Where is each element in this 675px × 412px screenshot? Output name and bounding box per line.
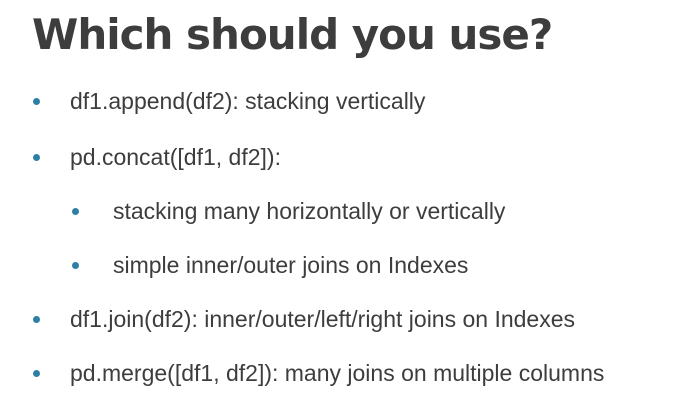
bullet-dot-icon [72,207,79,215]
bullet-item: pd.merge([df1, df2]): many joins on mult… [33,358,604,388]
bullet-text: df1.append(df2): stacking vertically [70,87,426,114]
sub-bullet-item: simple inner/outer joins on Indexes [72,250,468,280]
bullet-dot-icon [33,369,40,377]
bullet-dot-icon [33,315,40,323]
bullet-text: pd.merge([df1, df2]): many joins on mult… [70,359,605,386]
sub-bullet-item: stacking many horizontally or vertically [72,196,505,226]
bullet-dot-icon [33,97,40,105]
bullet-dot-icon [33,153,40,161]
slide-title: Which should you use? [32,10,553,59]
slide: Which should you use? df1.append(df2): s… [0,0,675,412]
bullet-dot-icon [72,261,79,269]
bullet-item: df1.join(df2): inner/outer/left/right jo… [33,304,575,334]
bullet-text: stacking many horizontally or vertically [113,197,506,224]
bullet-item: df1.append(df2): stacking vertically [33,86,425,116]
bullet-text: pd.concat([df1, df2]): [70,143,281,170]
bullet-item: pd.concat([df1, df2]): [33,142,281,172]
bullet-text: df1.join(df2): inner/outer/left/right jo… [70,305,576,332]
bullet-text: simple inner/outer joins on Indexes [113,251,469,278]
